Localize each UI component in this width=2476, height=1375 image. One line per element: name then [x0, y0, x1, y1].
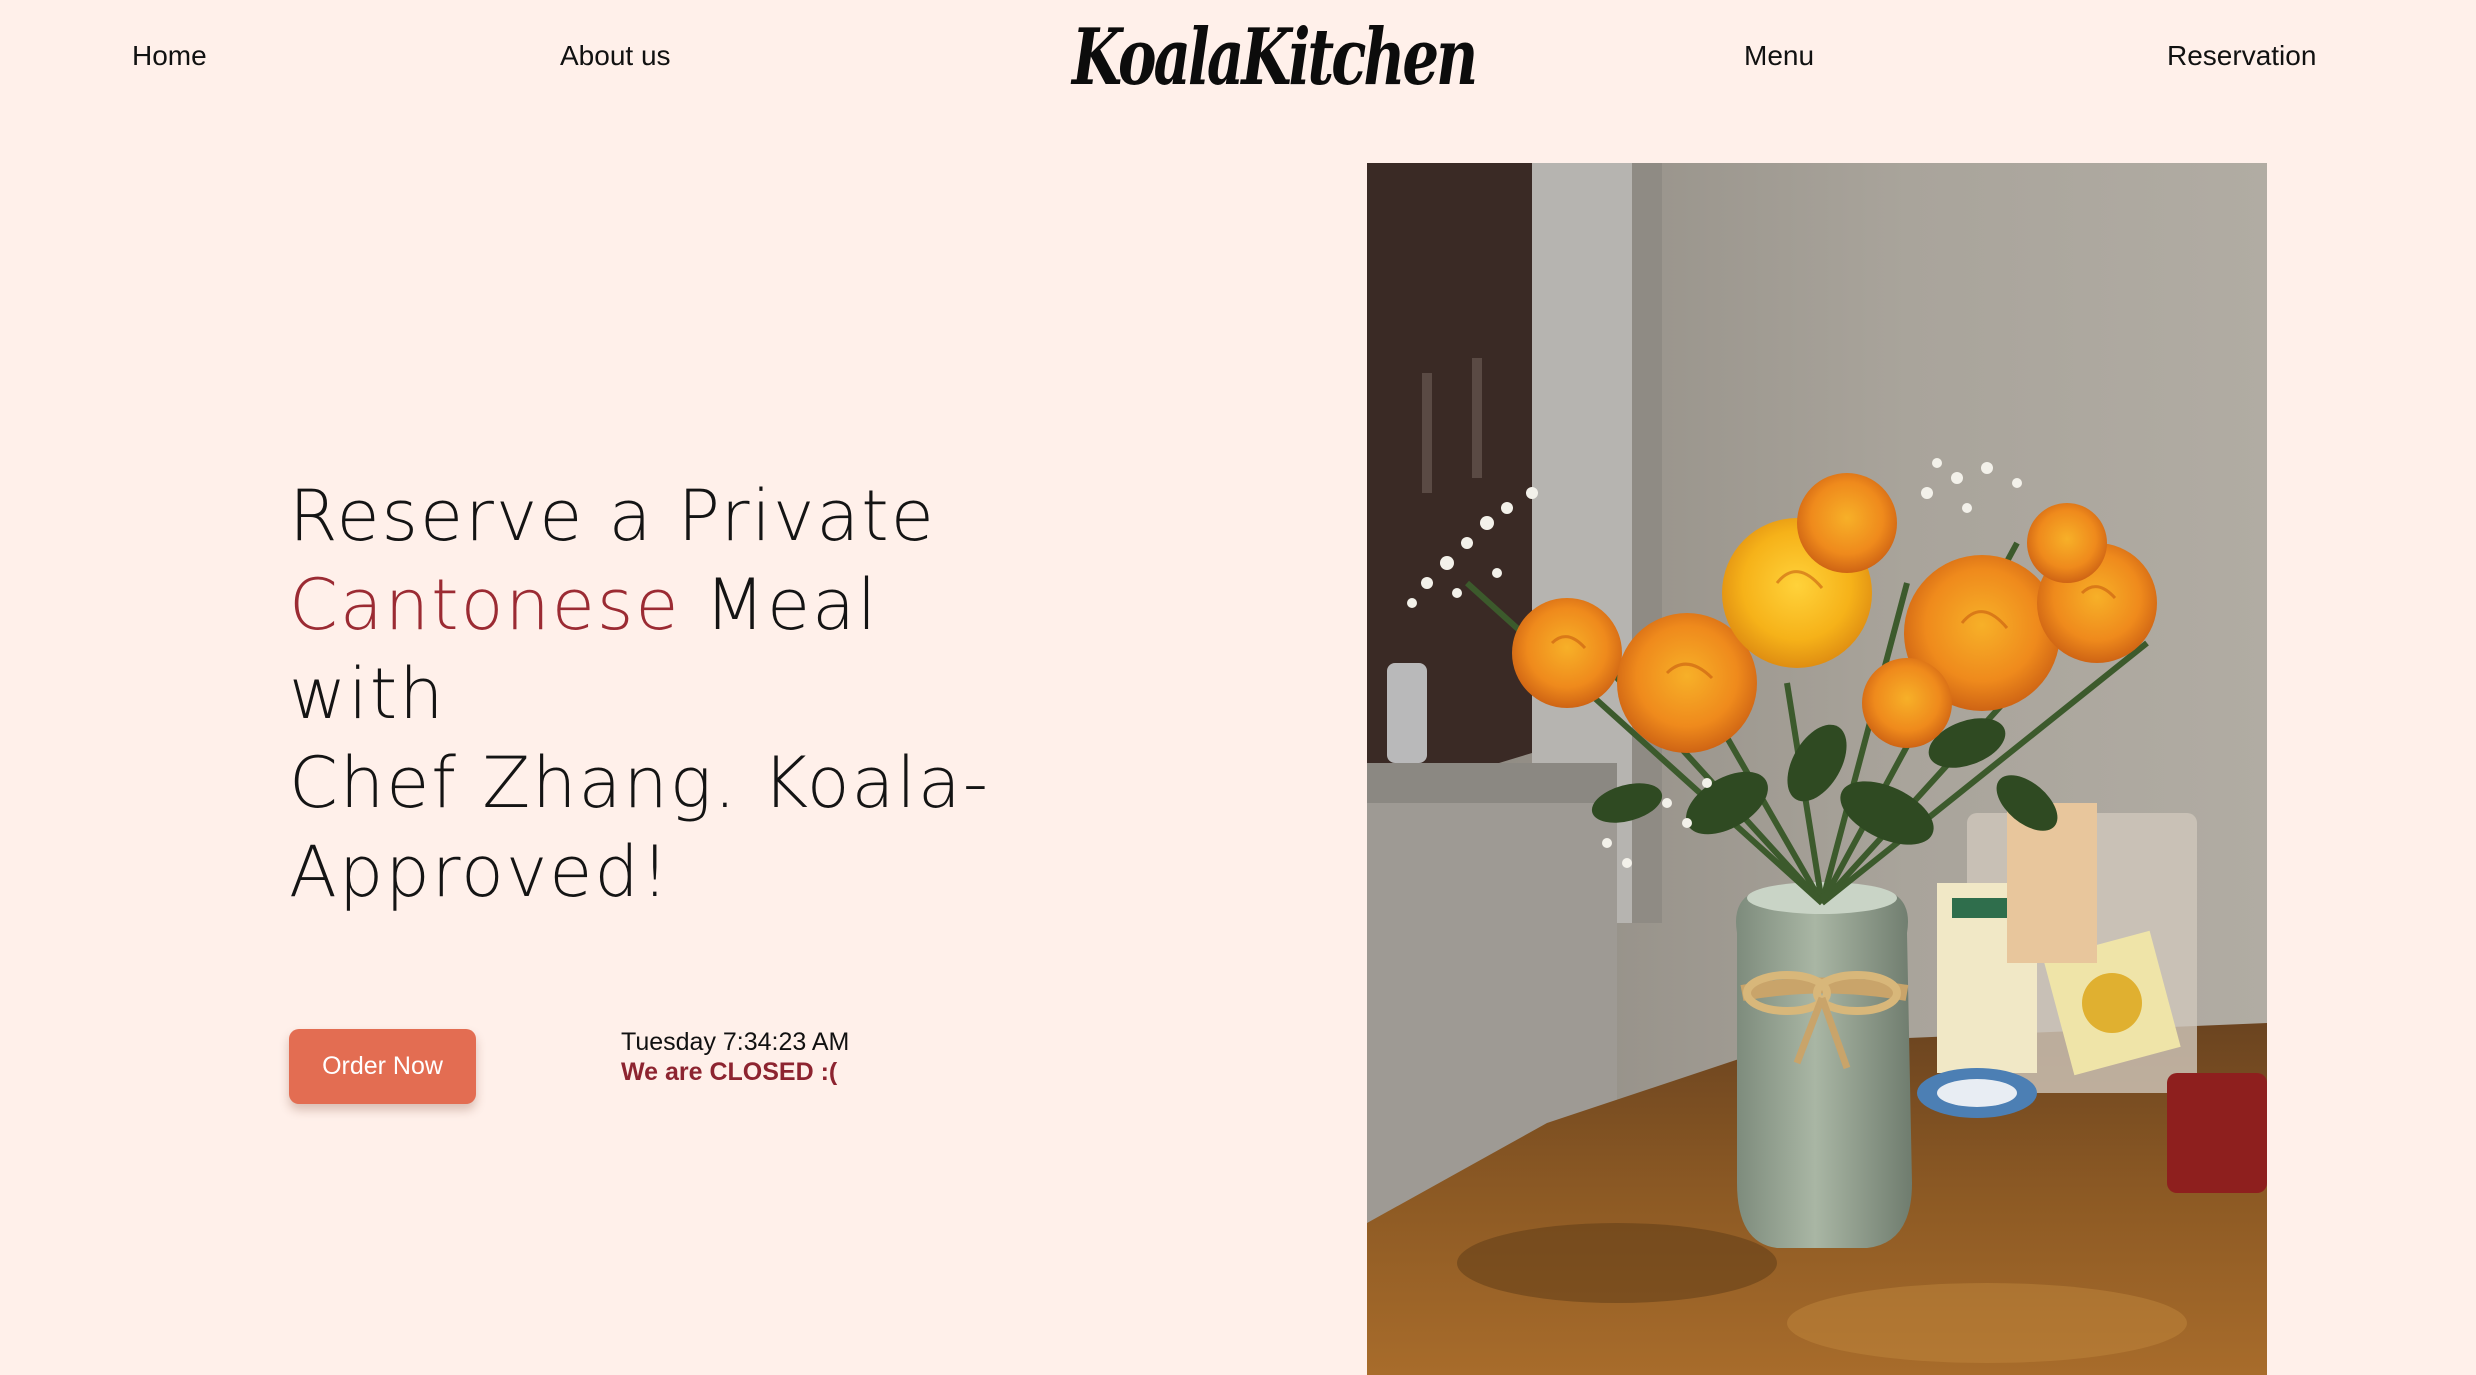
hero-photo — [1367, 163, 2267, 1375]
open-status: We are CLOSED :( — [621, 1058, 838, 1086]
headline-accent: Cantonese — [289, 564, 681, 646]
headline-line-3: Chef Zhang. Koala- — [289, 742, 991, 824]
nav-home-link[interactable]: Home — [132, 36, 207, 76]
site-logo[interactable]: KoalaKitchen — [1072, 8, 1478, 108]
headline-line-4: Approved! — [289, 831, 671, 913]
live-clock: Tuesday 7:34:23 AM — [621, 1028, 850, 1056]
nav-about-link[interactable]: About us — [560, 36, 671, 76]
nav-reservation-link[interactable]: Reservation — [2167, 36, 2316, 76]
headline-line-1: Reserve a Private — [289, 475, 936, 557]
nav-menu-link[interactable]: Menu — [1744, 36, 1814, 76]
order-now-button[interactable]: Order Now — [289, 1029, 476, 1104]
hero-headline: Reserve a Private Cantonese Meal with Chef… — [289, 472, 1009, 917]
